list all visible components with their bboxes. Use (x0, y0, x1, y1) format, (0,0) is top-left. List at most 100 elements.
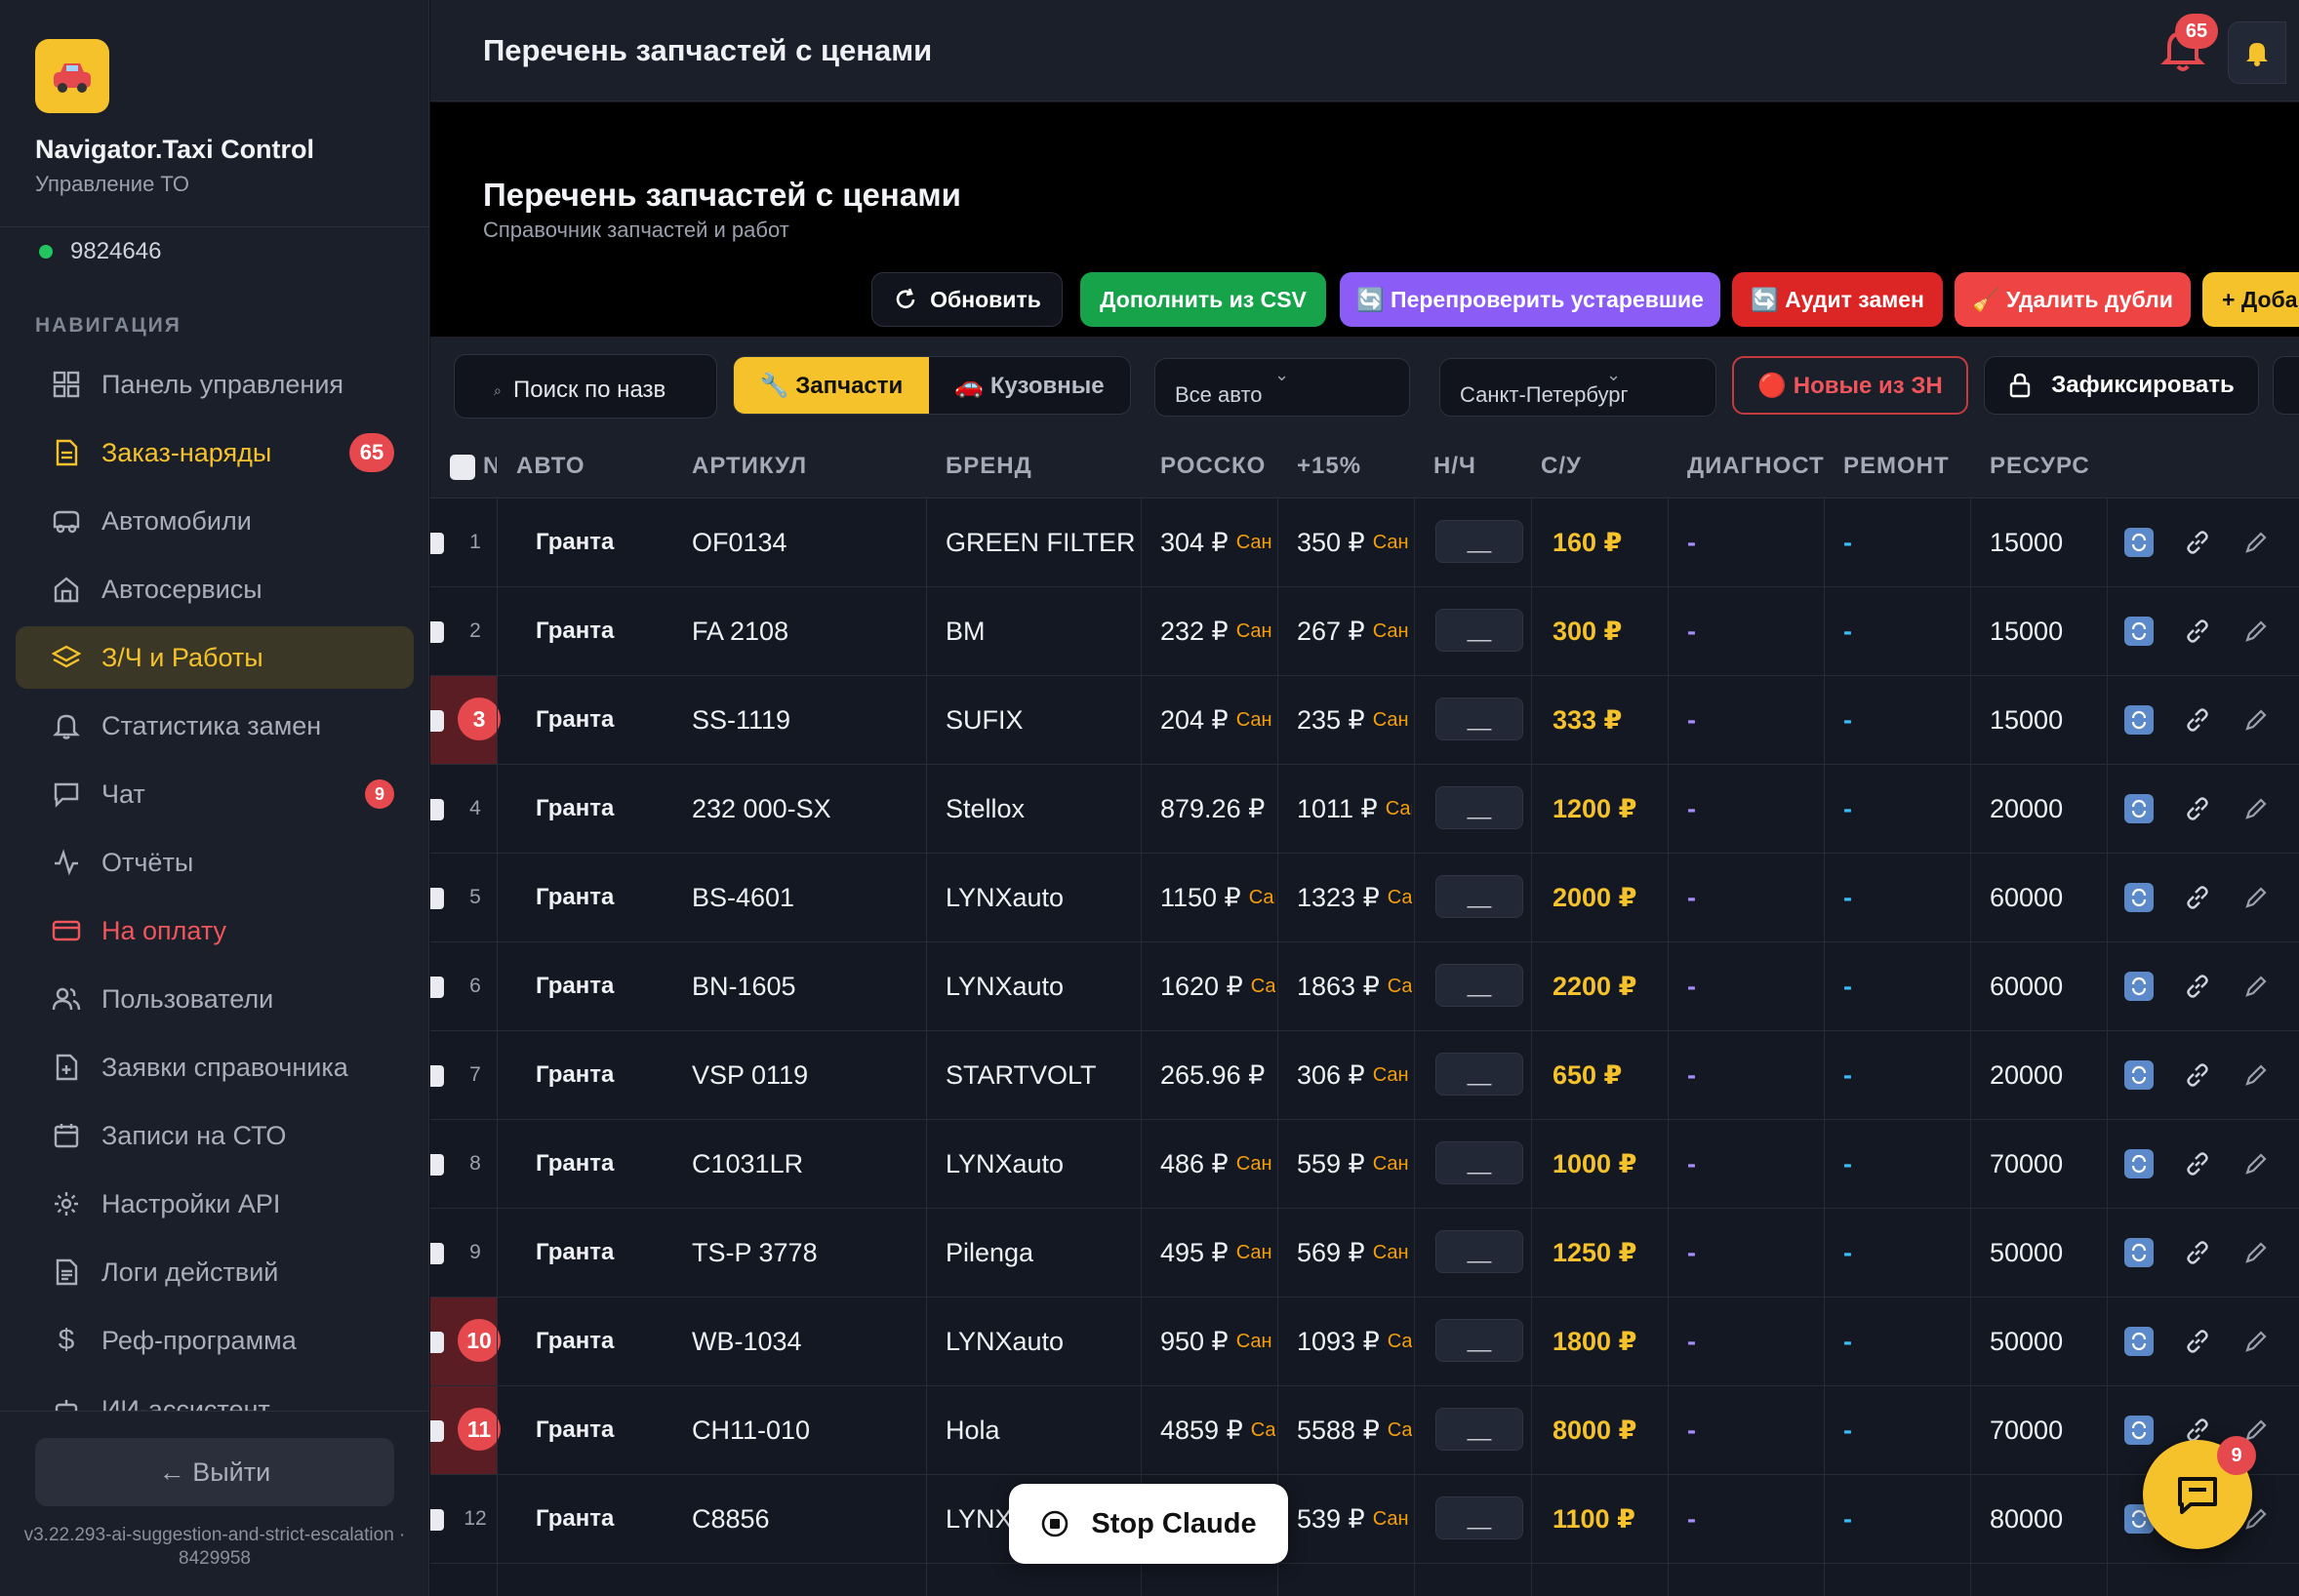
nh-input[interactable]: __ (1435, 875, 1523, 918)
sync-icon[interactable] (2124, 1327, 2154, 1356)
column-header-car[interactable]: АВТО (516, 434, 672, 499)
search-input[interactable]: ⌕ Поиск по назв (454, 354, 717, 419)
link-icon[interactable] (2183, 528, 2212, 557)
row-checkbox[interactable] (430, 710, 444, 732)
table-row[interactable]: 1 Гранта OF0134 GREEN FILTER 304 ₽ Сан 350 ₽ Са… (430, 499, 2299, 587)
sync-icon[interactable] (2124, 705, 2154, 735)
table-row[interactable]: 3 Гранта SS-1119 SUFIX 204 ₽ Сан 235 ₽ Сан __ 333… (430, 676, 2299, 765)
column-header-rossko[interactable]: РОССКО (1160, 434, 1287, 499)
edit-pencil-icon[interactable] (2241, 705, 2271, 735)
sidebar-item-services[interactable]: Автосервисы (16, 558, 414, 620)
sync-icon[interactable] (2124, 1238, 2154, 1267)
column-header-diagnostics[interactable]: ДИАГНОСТ (1687, 434, 1824, 499)
audit-replacements-button[interactable]: 🔄 Аудит замен (1732, 272, 1943, 327)
row-checkbox[interactable] (430, 621, 444, 643)
row-checkbox[interactable] (430, 1243, 444, 1264)
table-row[interactable]: 9 Гранта TS-P 3778 Pilenga 495 ₽ Сан 569 ₽ Сан _… (430, 1209, 2299, 1297)
nh-input[interactable]: __ (1435, 1496, 1523, 1539)
link-icon[interactable] (2183, 972, 2212, 1001)
import-csv-button[interactable]: Дополнить из CSV (1080, 272, 1326, 327)
table-row[interactable]: 11 Гранта CH11-010 Hola 4859 ₽ Са 5588 ₽ Са __ 80… (430, 1386, 2299, 1475)
logout-button[interactable]: ← Выйти (35, 1438, 394, 1506)
link-icon[interactable] (2183, 1327, 2212, 1356)
table-row[interactable]: 8 Гранта C1031LR LYNXauto 486 ₽ Сан 559 ₽ Сан __… (430, 1120, 2299, 1209)
column-header-su[interactable]: С/У (1541, 434, 1658, 499)
link-icon[interactable] (2183, 617, 2212, 646)
city-select[interactable]: Санкт-Петербург ⌄ (1439, 358, 1716, 417)
nh-input[interactable]: __ (1435, 1053, 1523, 1096)
sync-icon[interactable] (2124, 883, 2154, 912)
link-icon[interactable] (2183, 705, 2212, 735)
nh-input[interactable]: __ (1435, 1319, 1523, 1362)
nh-input[interactable]: __ (1435, 1408, 1523, 1451)
column-header-resource[interactable]: РЕСУРС (1990, 434, 2126, 499)
edit-pencil-icon[interactable] (2241, 794, 2271, 823)
tab-body-parts[interactable]: 🚗 Кузовные (929, 357, 1130, 414)
edit-pencil-icon[interactable] (2241, 1060, 2271, 1090)
sync-icon[interactable] (2124, 794, 2154, 823)
sync-icon[interactable] (2124, 1149, 2154, 1178)
sync-icon[interactable] (2124, 1416, 2154, 1445)
add-part-button[interactable]: + Доба (2202, 272, 2299, 327)
sidebar-item-chat[interactable]: Чат 9 (16, 763, 414, 825)
recheck-outdated-button[interactable]: 🔄 Перепроверить устаревшие (1340, 272, 1720, 327)
edit-pencil-icon[interactable] (2241, 528, 2271, 557)
column-header-plus15[interactable]: +15% (1297, 434, 1414, 499)
row-checkbox[interactable] (430, 799, 444, 820)
sidebar-item-users[interactable]: Пользователи (16, 968, 414, 1030)
row-checkbox[interactable] (430, 1332, 444, 1353)
column-header-n[interactable]: N (483, 434, 497, 499)
link-icon[interactable] (2183, 1238, 2212, 1267)
column-header-repair[interactable]: РЕМОНТ (1843, 434, 1980, 499)
bell-button[interactable] (2228, 21, 2286, 84)
sidebar-item-parts[interactable]: З/Ч и Работы (16, 626, 414, 689)
sync-icon[interactable] (2124, 617, 2154, 646)
sidebar-item-reports[interactable]: Отчёты (16, 831, 414, 894)
sync-icon[interactable] (2124, 972, 2154, 1001)
table-row[interactable]: 10 Гранта WB-1034 LYNXauto 950 ₽ Сан 1093 ₽ Са _… (430, 1297, 2299, 1386)
new-from-work-orders-button[interactable]: 🔴 Новые из ЗН (1732, 356, 1968, 415)
nh-input[interactable]: __ (1435, 609, 1523, 652)
row-checkbox[interactable] (430, 977, 444, 998)
link-icon[interactable] (2183, 883, 2212, 912)
link-icon[interactable] (2183, 794, 2212, 823)
nh-input[interactable]: __ (1435, 964, 1523, 1007)
nh-input[interactable]: __ (1435, 698, 1523, 740)
edit-pencil-icon[interactable] (2241, 1238, 2271, 1267)
tab-parts[interactable]: 🔧 Запчасти (734, 357, 929, 414)
table-row[interactable]: 12 Гранта C8856 LYNX 539 ₽ Сан __ 1100 ₽ - -80000 (430, 1475, 2299, 1564)
column-header-article[interactable]: АРТИКУЛ (692, 434, 916, 499)
table-row[interactable]: 2 Гранта FA 2108 BM 232 ₽ Сан 267 ₽ Сан __ 300 ₽ -… (430, 587, 2299, 676)
sync-icon[interactable] (2124, 1060, 2154, 1090)
app-logo[interactable] (35, 39, 109, 113)
lock-prices-button[interactable]: Зафиксировать (1984, 356, 2259, 415)
link-icon[interactable] (2183, 1060, 2212, 1090)
sidebar-item-payments[interactable]: На оплату (16, 899, 414, 962)
select-all-checkbox[interactable] (450, 455, 475, 480)
nh-input[interactable]: __ (1435, 520, 1523, 563)
edit-pencil-icon[interactable] (2241, 1327, 2271, 1356)
table-row[interactable]: 7 Гранта VSP 0119 STARTVOLT 265.96 ₽ 306 ₽ Сан… (430, 1031, 2299, 1120)
row-checkbox[interactable] (430, 1065, 444, 1087)
nh-input[interactable]: __ (1435, 1141, 1523, 1184)
edit-pencil-icon[interactable] (2241, 972, 2271, 1001)
table-row[interactable]: 5 Гранта BS-4601 LYNXauto 1150 ₽ Сан 1323 ₽ Са _… (430, 854, 2299, 942)
sidebar-item-referral[interactable]: $ Реф-программа (16, 1309, 414, 1372)
row-checkbox[interactable] (430, 1420, 444, 1442)
edit-pencil-icon[interactable] (2241, 883, 2271, 912)
row-checkbox[interactable] (430, 1509, 444, 1531)
column-header-brand[interactable]: БРЕНД (946, 434, 1141, 499)
sidebar-item-sto-bookings[interactable]: Записи на СТО (16, 1104, 414, 1167)
sidebar-item-dashboard[interactable]: Панель управления (16, 353, 414, 416)
nh-input[interactable]: __ (1435, 1230, 1523, 1273)
sidebar-item-cars[interactable]: Автомобили (16, 490, 414, 552)
sidebar-item-directory-requests[interactable]: Заявки справочника (16, 1036, 414, 1098)
car-select[interactable]: Все авто ⌄ (1154, 358, 1410, 417)
sync-icon[interactable] (2124, 528, 2154, 557)
link-icon[interactable] (2183, 1149, 2212, 1178)
sidebar-item-api-settings[interactable]: Настройки API (16, 1173, 414, 1235)
refresh-button[interactable]: Обновить (871, 272, 1063, 327)
table-row[interactable]: 4 Гранта 232 000-SX Stellox 879.26 ₽ 1011 ₽ Са… (430, 765, 2299, 854)
sidebar-item-work-orders[interactable]: Заказ-наряды 65 (16, 421, 414, 484)
stop-claude-button[interactable]: Stop Claude (1009, 1484, 1288, 1564)
